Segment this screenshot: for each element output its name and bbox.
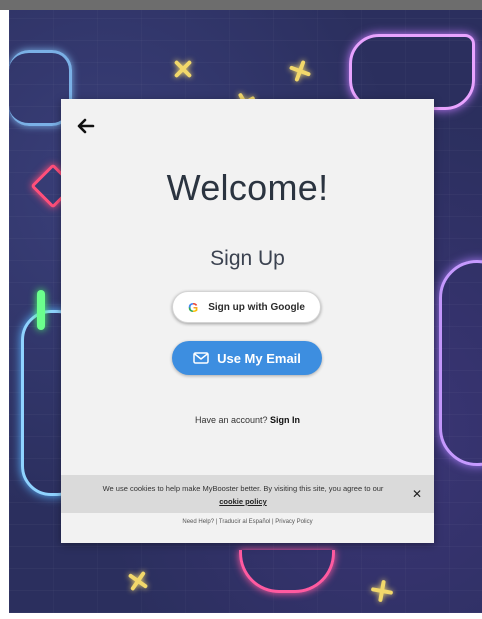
privacy-policy-link[interactable]: Privacy Policy bbox=[275, 519, 312, 525]
google-signup-button[interactable]: G Sign up with Google bbox=[172, 291, 321, 323]
email-signup-label: Use My Email bbox=[217, 350, 301, 366]
google-icon: G bbox=[188, 299, 199, 315]
page-title: Welcome! bbox=[166, 167, 329, 208]
cookie-banner-text: We use cookies to help make MyBooster be… bbox=[83, 482, 403, 508]
sign-in-link[interactable]: Sign In bbox=[270, 415, 300, 425]
cookie-message: We use cookies to help make MyBooster be… bbox=[102, 484, 384, 493]
close-icon[interactable]: ✕ bbox=[410, 487, 424, 501]
neon-figure-right bbox=[439, 260, 482, 466]
email-signup-button[interactable]: Use My Email bbox=[172, 341, 322, 375]
arrow-left-icon bbox=[77, 118, 95, 134]
envelope-icon bbox=[193, 352, 209, 364]
app-frame: Welcome! Sign Up G Sign up with Google U… bbox=[0, 0, 482, 619]
top-bar bbox=[0, 0, 482, 10]
need-help-link[interactable]: Need Help? bbox=[182, 519, 214, 525]
page-subtitle: Sign Up bbox=[210, 247, 285, 270]
google-signup-label: Sign up with Google bbox=[208, 301, 305, 313]
have-account-row: Have an account? Sign In bbox=[61, 415, 434, 425]
cookie-banner: We use cookies to help make MyBooster be… bbox=[61, 475, 434, 513]
neon-green-stroke bbox=[37, 290, 45, 330]
translate-link[interactable]: Traducir al Español bbox=[219, 519, 270, 525]
cookie-policy-link[interactable]: cookie policy bbox=[219, 497, 267, 506]
signup-modal: Welcome! Sign Up G Sign up with Google U… bbox=[61, 99, 434, 543]
have-account-text: Have an account? bbox=[194, 415, 268, 425]
back-button[interactable] bbox=[75, 115, 97, 137]
footer-links: Need Help? | Traducir al Español | Priva… bbox=[61, 519, 434, 525]
sparkle-icon bbox=[369, 578, 394, 603]
